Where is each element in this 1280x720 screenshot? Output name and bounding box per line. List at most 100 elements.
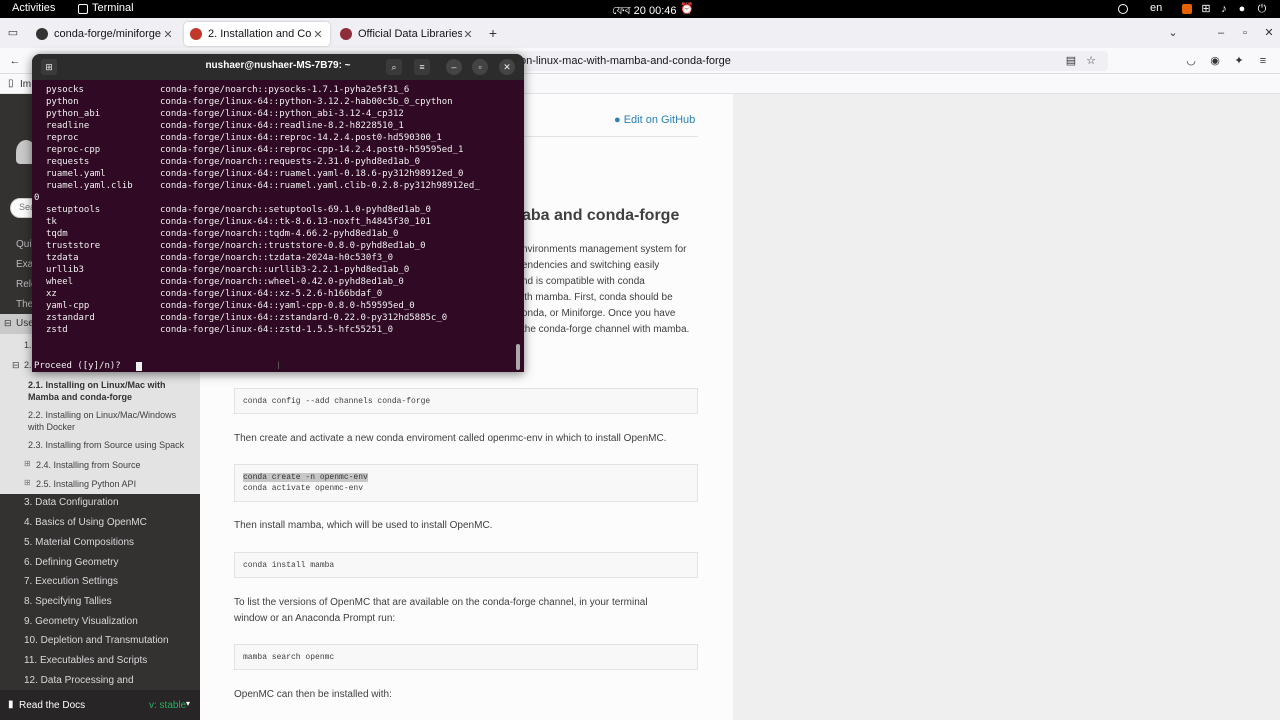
package-name: python_abi [46, 109, 101, 119]
bookmark-partial[interactable]: Im [20, 79, 31, 90]
package-spec: conda-forge/linux-64::reproc-cpp-14.2.4.… [160, 145, 464, 155]
bookmark-folder-icon[interactable]: ▯ [8, 78, 14, 89]
package-spec: conda-forge/linux-64::readline-8.2-h8228… [160, 121, 404, 131]
minimize-icon[interactable]: – [446, 59, 462, 75]
close-icon[interactable]: ✕ [499, 59, 515, 75]
close-window-icon[interactable]: ✕ [1262, 26, 1276, 40]
expand-icon[interactable]: ⊟ [12, 360, 20, 371]
package-name: tzdata [46, 253, 79, 263]
intro-line: nd is compatible with conda [522, 276, 645, 287]
list-all-tabs-icon[interactable]: ⌄ [1166, 26, 1180, 40]
toc-item[interactable]: 10. Depletion and Transmutation [24, 635, 169, 646]
code-block: mamba search openmc [234, 644, 698, 670]
language-indicator[interactable]: en [1150, 2, 1162, 14]
collapse-icon[interactable]: ⊟ [4, 318, 12, 329]
pocket-icon[interactable]: ◡ [1184, 54, 1198, 68]
menu-icon[interactable]: ≡ [1256, 54, 1270, 68]
browser-tab-3[interactable]: Official Data Libraries | O ✕ [334, 22, 480, 46]
toc-item[interactable]: 8. Specifying Tallies [24, 596, 112, 607]
intro-line: onda, or Miniforge. Once you have [522, 308, 676, 319]
package-name: pysocks [46, 85, 84, 95]
package-spec: conda-forge/noarch::urllib3-2.2.1-pyhd8e… [160, 265, 410, 275]
sidebar-subitem-2-3[interactable]: 2.3. Installing from Source using Spack [28, 439, 188, 451]
package-spec: conda-forge/linux-64::python-3.12.2-hab0… [160, 97, 453, 107]
package-spec: conda-forge/linux-64::zstandard-0.22.0-p… [160, 313, 448, 323]
toc-item[interactable]: 5. Material Compositions [24, 537, 134, 548]
toc-item[interactable]: 7. Execution Settings [24, 576, 118, 587]
package-name: reproc [46, 133, 79, 143]
intro-line: the conda-forge channel with mamba. [522, 324, 690, 335]
minimize-icon[interactable]: – [1214, 26, 1228, 40]
package-name: xz [46, 289, 57, 299]
app-indicator-icon[interactable] [1182, 4, 1192, 14]
package-spec: conda-forge/noarch::setuptools-69.1.0-py… [160, 205, 431, 215]
reader-view-icon[interactable]: ▤ [1064, 54, 1078, 68]
package-spec: conda-forge/noarch::pysocks-1.7.1-pyha2e… [160, 85, 410, 95]
package-name: zstd [46, 325, 68, 335]
package-name: reproc-cpp [46, 145, 101, 155]
microphone-icon[interactable]: ● [1236, 3, 1248, 15]
toc-item[interactable]: 4. Basics of Using OpenMC [24, 517, 147, 528]
new-tab-icon[interactable]: + [486, 26, 500, 40]
activities-button[interactable]: Activities [12, 2, 55, 14]
read-the-docs-bar[interactable]: ▮ Read the Docs v: stable ▾ [0, 690, 200, 720]
package-spec: conda-forge/noarch::truststore-0.8.0-pyh… [160, 241, 426, 251]
bookmark-star-icon[interactable]: ☆ [1084, 54, 1098, 68]
terminal-prompt: Proceed ([y]/n)? [34, 361, 121, 371]
terminal-scrollbar[interactable] [516, 344, 520, 370]
sidebar-item-2[interactable]: 2. [24, 360, 32, 370]
tab-list-icon[interactable]: ▭ [6, 26, 20, 40]
toc-item[interactable]: 9. Geometry Visualization [24, 616, 138, 627]
toc-item[interactable]: 6. Defining Geometry [24, 557, 119, 568]
sidebar-subitem-2-4[interactable]: 2.4. Installing from Source [36, 459, 196, 471]
maximize-icon[interactable]: ▫ [472, 59, 488, 75]
volume-icon[interactable]: ♪ [1218, 3, 1230, 15]
expand-icon[interactable]: ⊞ [24, 478, 31, 487]
package-spec: conda-forge/noarch::tqdm-4.66.2-pyhd8ed1… [160, 229, 399, 239]
active-app-label[interactable]: Terminal [92, 2, 134, 14]
expand-icon[interactable]: ⊞ [24, 459, 31, 468]
intro-line: nvironments management system for [522, 244, 687, 255]
toc-item[interactable]: 12. Data Processing and [24, 675, 134, 686]
extensions-icon[interactable]: ✦ [1232, 54, 1246, 68]
edit-on-github-link[interactable]: ● Edit on GitHub [614, 112, 695, 128]
hamburger-menu-icon[interactable]: ≡ [414, 59, 430, 75]
selected-text: conda create -n openmc-env [243, 473, 368, 482]
network-icon[interactable]: ⊞ [1200, 3, 1212, 15]
power-icon[interactable]: ⏻ [1256, 3, 1268, 15]
toc-item[interactable]: 11. Executables and Scripts [24, 655, 147, 666]
search-icon[interactable]: ⌕ [386, 59, 402, 75]
maximize-icon[interactable]: ▫ [1238, 26, 1252, 40]
code-block: conda create -n openmc-env conda activat… [234, 464, 698, 502]
package-spec: conda-forge/noarch::requests-2.31.0-pyhd… [160, 157, 421, 167]
paragraph: Then install mamba, which will be used t… [234, 520, 493, 531]
browser-tab-1[interactable]: conda-forge/miniforge: ✕ [30, 22, 180, 46]
system-top-bar: Activities Terminal ফেব 20 00:46 ⏰ en ⊞ … [0, 0, 1280, 18]
code-block: conda config --add channels conda-forge [234, 388, 698, 414]
close-tab-icon[interactable]: ✕ [312, 28, 324, 41]
paragraph: window or an Anaconda Prompt run: [234, 613, 396, 624]
close-tab-icon[interactable]: ✕ [462, 28, 474, 41]
account-icon[interactable]: ◉ [1208, 54, 1222, 68]
openmc-icon [340, 28, 352, 40]
browser-tab-2[interactable]: 2. Installation and Confi ✕ [184, 22, 330, 46]
book-icon: ▮ [8, 699, 14, 710]
sidebar-subitem-2-5[interactable]: 2.5. Installing Python API [36, 478, 196, 490]
back-icon[interactable]: ← [8, 54, 22, 68]
intro-line: endencies and switching easily [522, 260, 660, 271]
sidebar-item-1[interactable]: 1. [24, 340, 32, 350]
ubuntu-pro-icon[interactable] [1118, 4, 1128, 14]
close-tab-icon[interactable]: ✕ [162, 28, 174, 41]
wrapped-char: 0 [34, 193, 40, 203]
github-icon [36, 28, 48, 40]
text-cursor-icon: I [277, 360, 281, 372]
sidebar-subitem-2-1[interactable]: 2.1. Installing on Linux/Mac with Mamba … [28, 379, 188, 403]
version-label: v: stable [149, 700, 187, 711]
terminal-cursor [136, 362, 142, 371]
alarm-icon[interactable]: ⏰ [680, 3, 694, 15]
sidebar-subitem-2-2[interactable]: 2.2. Installing on Linux/Mac/Windows wit… [28, 409, 188, 433]
paragraph: To list the versions of OpenMC that are … [234, 597, 648, 608]
package-name: ruamel.yaml.clib [46, 181, 133, 191]
toc-item[interactable]: 3. Data Configuration [24, 497, 119, 508]
terminal-header: ⊞ nushaer@nushaer-MS-7B79: ~ ⌕ ≡ – ▫ ✕ [32, 54, 524, 80]
